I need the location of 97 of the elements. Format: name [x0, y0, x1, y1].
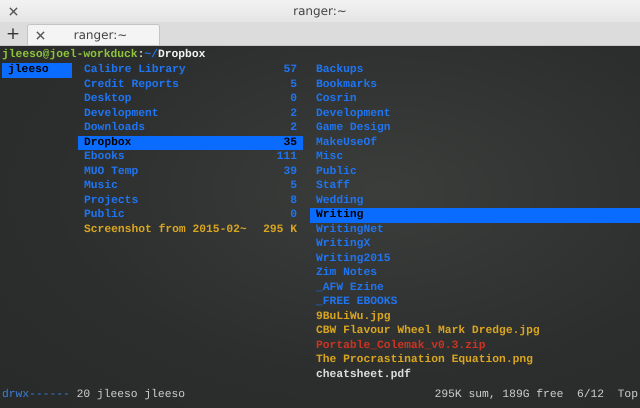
file-size: 8 [290, 194, 297, 208]
file-name: Writing [316, 208, 364, 222]
file-row[interactable]: MUO Temp 39 [78, 164, 303, 179]
file-row[interactable]: Writing [310, 208, 640, 222]
file-name: Screenshot from 2015-02~ [84, 222, 247, 237]
file-row[interactable]: Downloads 2 [78, 121, 303, 136]
file-name: Writing2015 [316, 252, 391, 266]
file-size: 5 [290, 78, 297, 92]
prompt-separator: : [138, 48, 144, 63]
file-row[interactable]: WritingNet [310, 222, 640, 237]
file-row[interactable]: Desktop 0 [78, 92, 303, 106]
new-tab-button[interactable]: + [0, 23, 26, 45]
file-size: 295 K [263, 222, 297, 237]
window-title: ranger:~ [293, 4, 347, 18]
file-row[interactable]: Public 0 [78, 208, 303, 222]
file-name: MUO Temp [84, 164, 138, 179]
file-name: _AFW Ezine [316, 280, 384, 295]
permissions-text: drwx------ [2, 388, 70, 403]
file-name: MakeUseOf [316, 136, 378, 150]
close-icon [36, 30, 45, 40]
file-name: The Procrastination Equation.png [316, 353, 533, 368]
file-name: CBW Flavour Wheel Mark Dredge.jpg [316, 324, 540, 338]
file-row[interactable]: Game Design [310, 121, 640, 136]
file-size: 0 [290, 208, 297, 222]
file-name: Public [84, 208, 125, 222]
file-name: Calibre Library [84, 63, 186, 78]
path-home: ~/ [144, 48, 158, 63]
file-name: Staff [316, 179, 350, 194]
file-name: Cosrin [316, 92, 357, 106]
file-row[interactable]: Staff [310, 179, 640, 194]
file-size: 39 [283, 164, 297, 179]
file-row[interactable]: cheatsheet.pdf [310, 368, 640, 382]
file-name: Public [316, 164, 357, 179]
file-name: Dropbox [84, 136, 132, 150]
file-name: _FREE EBOOKS [316, 295, 398, 310]
close-icon [8, 6, 18, 16]
file-row[interactable]: Music 5 [78, 179, 303, 194]
file-name: Misc [316, 150, 344, 164]
file-size: 2 [290, 106, 297, 121]
file-row[interactable]: Projects 8 [78, 194, 303, 208]
file-row[interactable]: _AFW Ezine [310, 280, 640, 295]
file-name: Bookmarks [316, 78, 378, 92]
file-row[interactable]: MakeUseOf [310, 136, 640, 150]
file-row[interactable]: Dropbox 35 [78, 136, 303, 150]
position-indicator: 6/12 [576, 388, 604, 403]
file-name: Backups [316, 63, 364, 78]
file-row[interactable]: Bookmarks [310, 78, 640, 92]
file-row[interactable]: Public [310, 164, 640, 179]
file-name: WritingNet [316, 222, 384, 237]
file-name: WritingX [316, 237, 370, 252]
file-size: 111 [276, 150, 297, 164]
file-row[interactable]: WritingX [310, 237, 640, 252]
file-size: 2 [290, 121, 297, 136]
file-name: Development [316, 106, 391, 121]
file-name: 9BuLiWu.jpg [316, 310, 391, 324]
file-row[interactable]: Zim Notes [310, 266, 640, 280]
file-size: 57 [283, 63, 297, 78]
terminal-tab[interactable]: ranger:~ [27, 24, 160, 45]
file-name: Music [84, 179, 118, 194]
file-row[interactable]: Backups [310, 63, 640, 78]
file-row[interactable]: Portable_Colemak_v0.3.zip [310, 338, 640, 353]
file-row[interactable]: _FREE EBOOKS [310, 295, 640, 310]
file-name: Portable_Colemak_v0.3.zip [316, 338, 486, 353]
file-row[interactable]: Misc [310, 150, 640, 164]
file-row[interactable]: The Procrastination Equation.png [310, 353, 640, 368]
file-row[interactable]: Calibre Library 57 [78, 63, 303, 78]
file-name: Desktop [84, 92, 132, 106]
file-row[interactable]: jleeso [2, 63, 72, 78]
file-name: Development [84, 106, 159, 121]
file-name: Zim Notes [316, 266, 378, 280]
file-row[interactable]: CBW Flavour Wheel Mark Dredge.jpg [310, 324, 640, 338]
user-host: jleeso@joel-workduck [2, 48, 138, 63]
file-name: Projects [84, 194, 138, 208]
file-size: 5 [290, 179, 297, 194]
file-row[interactable]: Cosrin [310, 92, 640, 106]
file-row[interactable]: Development 2 [78, 106, 303, 121]
file-row[interactable]: Screenshot from 2015-02~ 295 K [78, 222, 303, 237]
file-row[interactable]: Development [310, 106, 640, 121]
file-name: Credit Reports [84, 78, 179, 92]
file-row[interactable]: Ebooks 111 [78, 150, 303, 164]
file-size: 35 [283, 136, 297, 150]
file-name: Wedding [316, 194, 364, 208]
file-name: Game Design [316, 121, 391, 136]
file-name: Ebooks [84, 150, 125, 164]
file-row[interactable]: Wedding [310, 194, 640, 208]
file-row[interactable]: Writing2015 [310, 252, 640, 266]
disk-summary: 295K sum, 189G free [434, 388, 564, 403]
file-name: jleeso [8, 63, 49, 78]
path-directory: Dropbox [158, 48, 206, 63]
file-size: 0 [290, 92, 297, 106]
file-info: 20 jleeso jleeso [76, 388, 186, 403]
scroll-indicator: Top [616, 388, 638, 403]
tab-label: ranger:~ [72, 28, 128, 42]
file-row[interactable]: 9BuLiWu.jpg [310, 310, 640, 324]
file-name: cheatsheet.pdf [316, 368, 411, 382]
file-row[interactable]: Credit Reports 5 [78, 78, 303, 92]
file-name: Downloads [84, 121, 146, 136]
